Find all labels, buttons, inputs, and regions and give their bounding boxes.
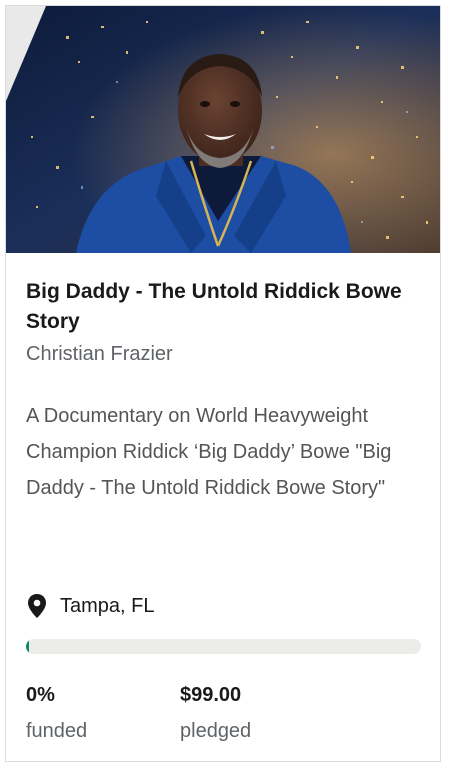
project-creator[interactable]: Christian Frazier [26,340,173,368]
project-title[interactable]: Big Daddy - The Untold Riddick Bowe Stor… [26,277,421,337]
project-card[interactable]: Big Daddy - The Untold Riddick Bowe Stor… [5,5,441,762]
project-image[interactable] [6,6,440,253]
project-blurb: A Documentary on World Heavyweight Champ… [26,405,392,499]
funded-percent: 0% [26,684,55,706]
project-location[interactable]: Tampa, FL [26,593,154,619]
location-label: Tampa, FL [60,594,155,617]
funding-progress-fill [26,639,29,654]
funded-label: funded [26,720,88,742]
map-pin-icon [26,593,48,619]
funding-progress-bar [26,639,421,654]
project-photo [6,6,440,253]
pledged-amount: $99.00 [180,684,242,706]
funded-stat: 0% funded [26,681,87,745]
pledged-label: pledged [180,720,252,742]
pledged-stat: $99.00 pledged [180,681,251,745]
